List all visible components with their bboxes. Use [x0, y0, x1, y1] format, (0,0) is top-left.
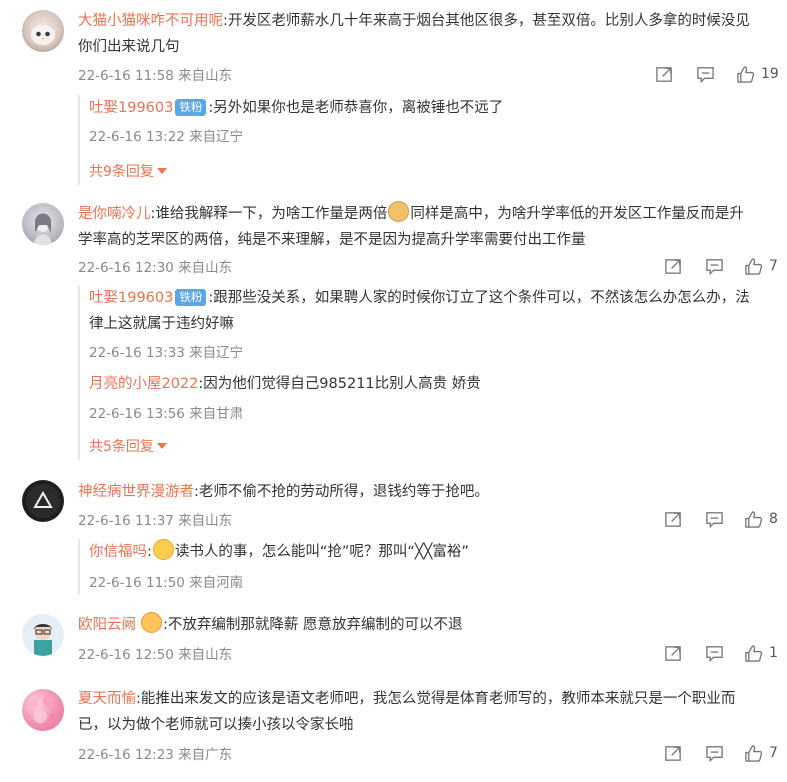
avatar[interactable]	[22, 614, 64, 656]
comment-body: 同样是高中，为啥升学率低的开发区工作量反而是升	[410, 206, 744, 222]
comment-body-cont: 你们出来说几句	[78, 39, 180, 55]
laugh-cry-emoji-icon	[152, 539, 174, 560]
more-replies-link[interactable]: 共9条回复	[89, 161, 167, 181]
more-replies-link[interactable]: 共5条回复	[89, 436, 167, 456]
reply-body: :	[147, 544, 152, 560]
share-icon[interactable]	[664, 254, 683, 278]
chevron-down-icon	[156, 168, 167, 174]
thumbs-up-icon	[736, 65, 755, 84]
comment-icon[interactable]	[696, 62, 715, 86]
reply-text: 你信福吗: 读书人的事，怎么能叫“抢”呢？那叫“╳╳富裕”	[89, 539, 469, 565]
comment-text: 欧阳云阙 :不放弃编制那就降薪 愿意放弃编制的可以不退	[78, 612, 463, 638]
reply-body: :因为他们觉得自己985211比别人高贵 娇贵	[198, 376, 481, 392]
comment-body: :谁给我解释一下，为啥工作量是两倍	[150, 206, 388, 222]
comment-actions: 1	[647, 641, 787, 665]
comment-text: 大猫小猫咪咋不可用呢:开发区老师薪水几十年来高于烟台其他区很多，甚至双倍。比别人…	[78, 8, 750, 34]
thumbs-up-icon	[744, 744, 763, 763]
reply-body-cont: 律上这就属于违约好嘛	[89, 316, 234, 332]
like-count: 1	[769, 645, 778, 661]
reply-text: 吐娶199603 铁粉:跟那些没关系，如果聘人家的时候你订立了这个条件可以，不然该…	[89, 285, 750, 311]
comment-body: :能推出来发文的应该是语文老师吧，我怎么觉得是体育老师写的，教师本来就只是一个职…	[136, 691, 736, 707]
comment-text: 神经病世界漫游者:老师不偷不抢的劳动所得，退钱约等于抢吧。	[78, 479, 489, 505]
like-button[interactable]: 7	[744, 741, 778, 765]
doge-emoji-icon	[388, 201, 410, 222]
like-count: 8	[769, 511, 778, 527]
comment-text: 是你喃冷儿:谁给我解释一下，为啥工作量是两倍 同样是高中，为啥升学率低的开发区工作…	[78, 201, 744, 227]
username-link[interactable]: 夏天而愉	[78, 691, 136, 707]
avatar[interactable]	[22, 203, 64, 245]
thumbs-up-icon	[744, 644, 763, 663]
avatar[interactable]	[22, 689, 64, 731]
comment-actions: 7	[647, 254, 787, 278]
chevron-down-icon	[156, 443, 167, 449]
like-button[interactable]: 1	[744, 641, 778, 665]
username-link[interactable]: 你信福吗	[89, 544, 147, 560]
reply-list: 你信福吗: 读书人的事，怎么能叫“抢”呢？那叫“╳╳富裕” 22-6-16 11:…	[78, 539, 787, 595]
avatar[interactable]	[22, 10, 64, 52]
comment-body: :不放弃编制那就降薪 愿意放弃编制的可以不退	[163, 617, 463, 633]
comment-icon[interactable]	[705, 641, 724, 665]
reply-body: :另外如果你也是老师恭喜你，离被锤也不远了	[208, 100, 504, 116]
username-link[interactable]: 月亮的小屋2022	[89, 376, 198, 392]
comment-icon[interactable]	[705, 507, 724, 531]
reply-meta: 22-6-16 13:22 来自辽宁	[89, 129, 244, 145]
comment-meta: 22-6-16 12:50 来自山东	[78, 647, 233, 663]
fan-badge: 铁粉	[175, 99, 207, 116]
reply-meta: 22-6-16 13:56 来自甘肃	[89, 406, 244, 422]
username-link[interactable]: 大猫小猫咪咋不可用呢	[78, 13, 223, 29]
comment-text: 夏天而愉:能推出来发文的应该是语文老师吧，我怎么觉得是体育老师写的，教师本来就只…	[78, 686, 735, 712]
reply-list: 吐娶199603 铁粉:另外如果你也是老师恭喜你，离被锤也不远了 22-6-16 …	[78, 95, 787, 185]
comment-body: :老师不偷不抢的劳动所得，退钱约等于抢吧。	[194, 484, 489, 500]
share-icon[interactable]	[655, 62, 674, 86]
thumbs-up-icon	[744, 257, 763, 276]
comment-icon[interactable]	[705, 254, 724, 278]
like-count: 7	[769, 745, 778, 761]
username-link[interactable]: 吐娶199603	[89, 290, 173, 306]
like-count: 19	[761, 66, 779, 82]
username-link[interactable]: 欧阳云阙	[78, 617, 136, 633]
reply-list: 吐娶199603 铁粉:跟那些没关系，如果聘人家的时候你订立了这个条件可以，不然该…	[78, 285, 787, 460]
like-count: 7	[769, 258, 778, 274]
fan-badge: 铁粉	[175, 289, 207, 306]
username-link[interactable]: 吐娶199603	[89, 100, 173, 116]
username-link[interactable]: 是你喃冷儿	[78, 206, 151, 222]
reply-body: 读书人的事，怎么能叫“抢”呢？那叫“╳╳富裕”	[174, 544, 469, 560]
reply-text: 月亮的小屋2022:因为他们觉得自己985211比别人高贵 娇贵	[89, 371, 481, 397]
comment-list: 大猫小猫咪咋不可用呢:开发区老师薪水几十年来高于烟台其他区很多，甚至双倍。比别人…	[0, 0, 787, 782]
avatar[interactable]	[22, 480, 64, 522]
like-button[interactable]: 19	[736, 62, 779, 86]
comment-meta: 22-6-16 11:58 来自山东	[78, 68, 233, 84]
like-button[interactable]: 7	[744, 254, 778, 278]
comment-actions: 19	[647, 62, 787, 86]
comment-icon[interactable]	[705, 741, 724, 765]
comment-actions: 7	[647, 741, 787, 765]
username-link[interactable]: 神经病世界漫游者	[78, 484, 194, 500]
comment-meta: 22-6-16 12:23 来自广东	[78, 747, 233, 763]
comment-meta: 22-6-16 11:37 来自山东	[78, 513, 233, 529]
thumbs-up-icon	[744, 510, 763, 529]
comment-body-cont: 已，以为做个老师就可以揍小孩以令家长啪	[78, 717, 354, 733]
share-icon[interactable]	[664, 741, 683, 765]
comment-body-cont: 学率高的芝罘区的两倍，纯是不来理解，是不是因为提高升学率需要付出工作量	[78, 232, 586, 248]
share-icon[interactable]	[664, 641, 683, 665]
comment-meta: 22-6-16 12:30 来自山东	[78, 260, 233, 276]
reply-body: :跟那些没关系，如果聘人家的时候你订立了这个条件可以，不然该怎么办怎么办，法	[208, 290, 750, 306]
reply-text: 吐娶199603 铁粉:另外如果你也是老师恭喜你，离被锤也不远了	[89, 95, 503, 121]
like-button[interactable]: 8	[744, 507, 778, 531]
share-icon[interactable]	[664, 507, 683, 531]
heart-eyes-emoji-icon	[141, 612, 162, 633]
reply-meta: 22-6-16 11:50 来自河南	[89, 575, 244, 591]
comment-body: :开发区老师薪水几十年来高于烟台其他区很多，甚至双倍。比别人多拿的时候没见	[223, 13, 750, 29]
reply-meta: 22-6-16 13:33 来自辽宁	[89, 345, 244, 361]
comment-actions: 8	[647, 507, 787, 531]
